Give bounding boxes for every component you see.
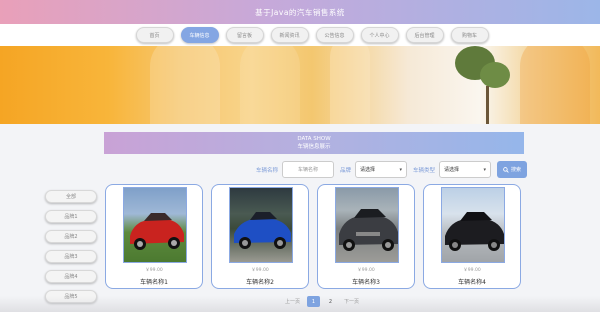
sidebar-item-brand3[interactable]: 品牌3 xyxy=(45,250,97,263)
vehicle-card[interactable]: ￥99.00 车辆名称4 xyxy=(423,184,521,289)
plant-stem xyxy=(486,86,489,124)
vehicle-card[interactable]: ￥99.00 车辆名称2 xyxy=(211,184,309,289)
sidebar-item-brand4[interactable]: 品牌4 xyxy=(45,270,97,283)
search-icon xyxy=(503,166,509,173)
section-title-cn: 车辆信息展示 xyxy=(297,144,331,151)
vehicle-price: ￥99.00 xyxy=(145,268,163,273)
vehicle-price: ￥99.00 xyxy=(251,268,269,273)
section-header: DATA SHOW 车辆信息展示 xyxy=(104,132,524,154)
vehicle-photo xyxy=(441,187,505,263)
brand-select[interactable]: 请选择 ▾ xyxy=(355,161,408,178)
sidebar-item-brand2[interactable]: 品牌2 xyxy=(45,230,97,243)
pagination-next[interactable]: 下一页 xyxy=(341,298,362,305)
pagination-prev[interactable]: 上一页 xyxy=(282,298,303,305)
nav-vehicles[interactable]: 车辆信息 xyxy=(180,27,219,43)
nav-cart[interactable]: 购物车 xyxy=(450,27,489,43)
banner-arch xyxy=(240,46,300,124)
pagination-page-2[interactable]: 2 xyxy=(324,296,337,307)
site-title: 基于Java的汽车销售系统 xyxy=(255,7,345,17)
search-button[interactable]: 搜索 xyxy=(497,161,528,178)
vehicle-photo xyxy=(335,187,399,263)
vehicle-type-label: 车辆类型 xyxy=(413,167,436,174)
nav-notices[interactable]: 公告信息 xyxy=(315,27,354,43)
brand-select-value: 请选择 xyxy=(360,167,376,173)
car-image xyxy=(234,212,291,249)
vehicle-type-select[interactable]: 请选择 ▾ xyxy=(439,161,492,178)
vehicle-price: ￥99.00 xyxy=(357,268,375,273)
chevron-down-icon: ▾ xyxy=(399,166,403,173)
nav-admin[interactable]: 后台管理 xyxy=(405,27,444,43)
pagination-page-1[interactable]: 1 xyxy=(307,296,321,307)
nav-home[interactable]: 首页 xyxy=(135,27,174,43)
hero-banner xyxy=(0,46,600,124)
vehicle-name: 车辆名称3 xyxy=(352,279,380,286)
car-image xyxy=(130,213,184,250)
sidebar-item-brand5[interactable]: 品牌5 xyxy=(45,290,97,303)
chevron-down-icon: ▾ xyxy=(483,166,487,173)
vehicle-price: ￥99.00 xyxy=(463,268,481,273)
banner-arch xyxy=(520,46,590,124)
vehicle-name-label: 车辆名称 xyxy=(256,167,279,174)
nav-messages[interactable]: 留言板 xyxy=(225,27,264,43)
vehicle-photo xyxy=(123,187,187,263)
car-image xyxy=(339,209,398,251)
brand-sidebar: 全部 品牌1 品牌2 品牌3 品牌4 品牌5 xyxy=(45,190,97,303)
banner-arch xyxy=(150,46,220,124)
vehicle-name: 车辆名称4 xyxy=(458,279,486,286)
vehicle-grid: ￥99.00 车辆名称1 ￥99.00 车辆名称2 ￥99.00 车辆名称3 ￥… xyxy=(105,184,521,289)
banner-arch xyxy=(330,46,370,124)
site-header: 基于Java的汽车销售系统 xyxy=(0,0,600,24)
plant-image xyxy=(480,62,510,88)
filter-bar: 车辆名称 车辆名称 品牌 请选择 ▾ 车辆类型 请选择 ▾ 搜索 xyxy=(256,161,528,178)
main-nav: 首页 车辆信息 留言板 新闻资讯 公告信息 个人中心 后台管理 购物车 xyxy=(0,24,600,46)
section-title-en: DATA SHOW xyxy=(297,136,331,142)
vehicle-name-input[interactable]: 车辆名称 xyxy=(282,161,335,178)
brand-label: 品牌 xyxy=(340,167,352,174)
search-button-label: 搜索 xyxy=(511,167,522,173)
pagination: 上一页 1 2 下一页 xyxy=(282,296,362,307)
sidebar-item-all[interactable]: 全部 xyxy=(45,190,97,203)
nav-profile[interactable]: 个人中心 xyxy=(360,27,399,43)
car-image xyxy=(445,212,504,251)
vehicle-photo xyxy=(229,187,293,263)
vehicle-type-select-value: 请选择 xyxy=(444,167,460,173)
vehicle-name: 车辆名称2 xyxy=(246,279,274,286)
vehicle-name: 车辆名称1 xyxy=(140,279,168,286)
nav-news[interactable]: 新闻资讯 xyxy=(270,27,309,43)
vehicle-card[interactable]: ￥99.00 车辆名称1 xyxy=(105,184,203,289)
sidebar-item-brand1[interactable]: 品牌1 xyxy=(45,210,97,223)
vehicle-card[interactable]: ￥99.00 车辆名称3 xyxy=(317,184,415,289)
